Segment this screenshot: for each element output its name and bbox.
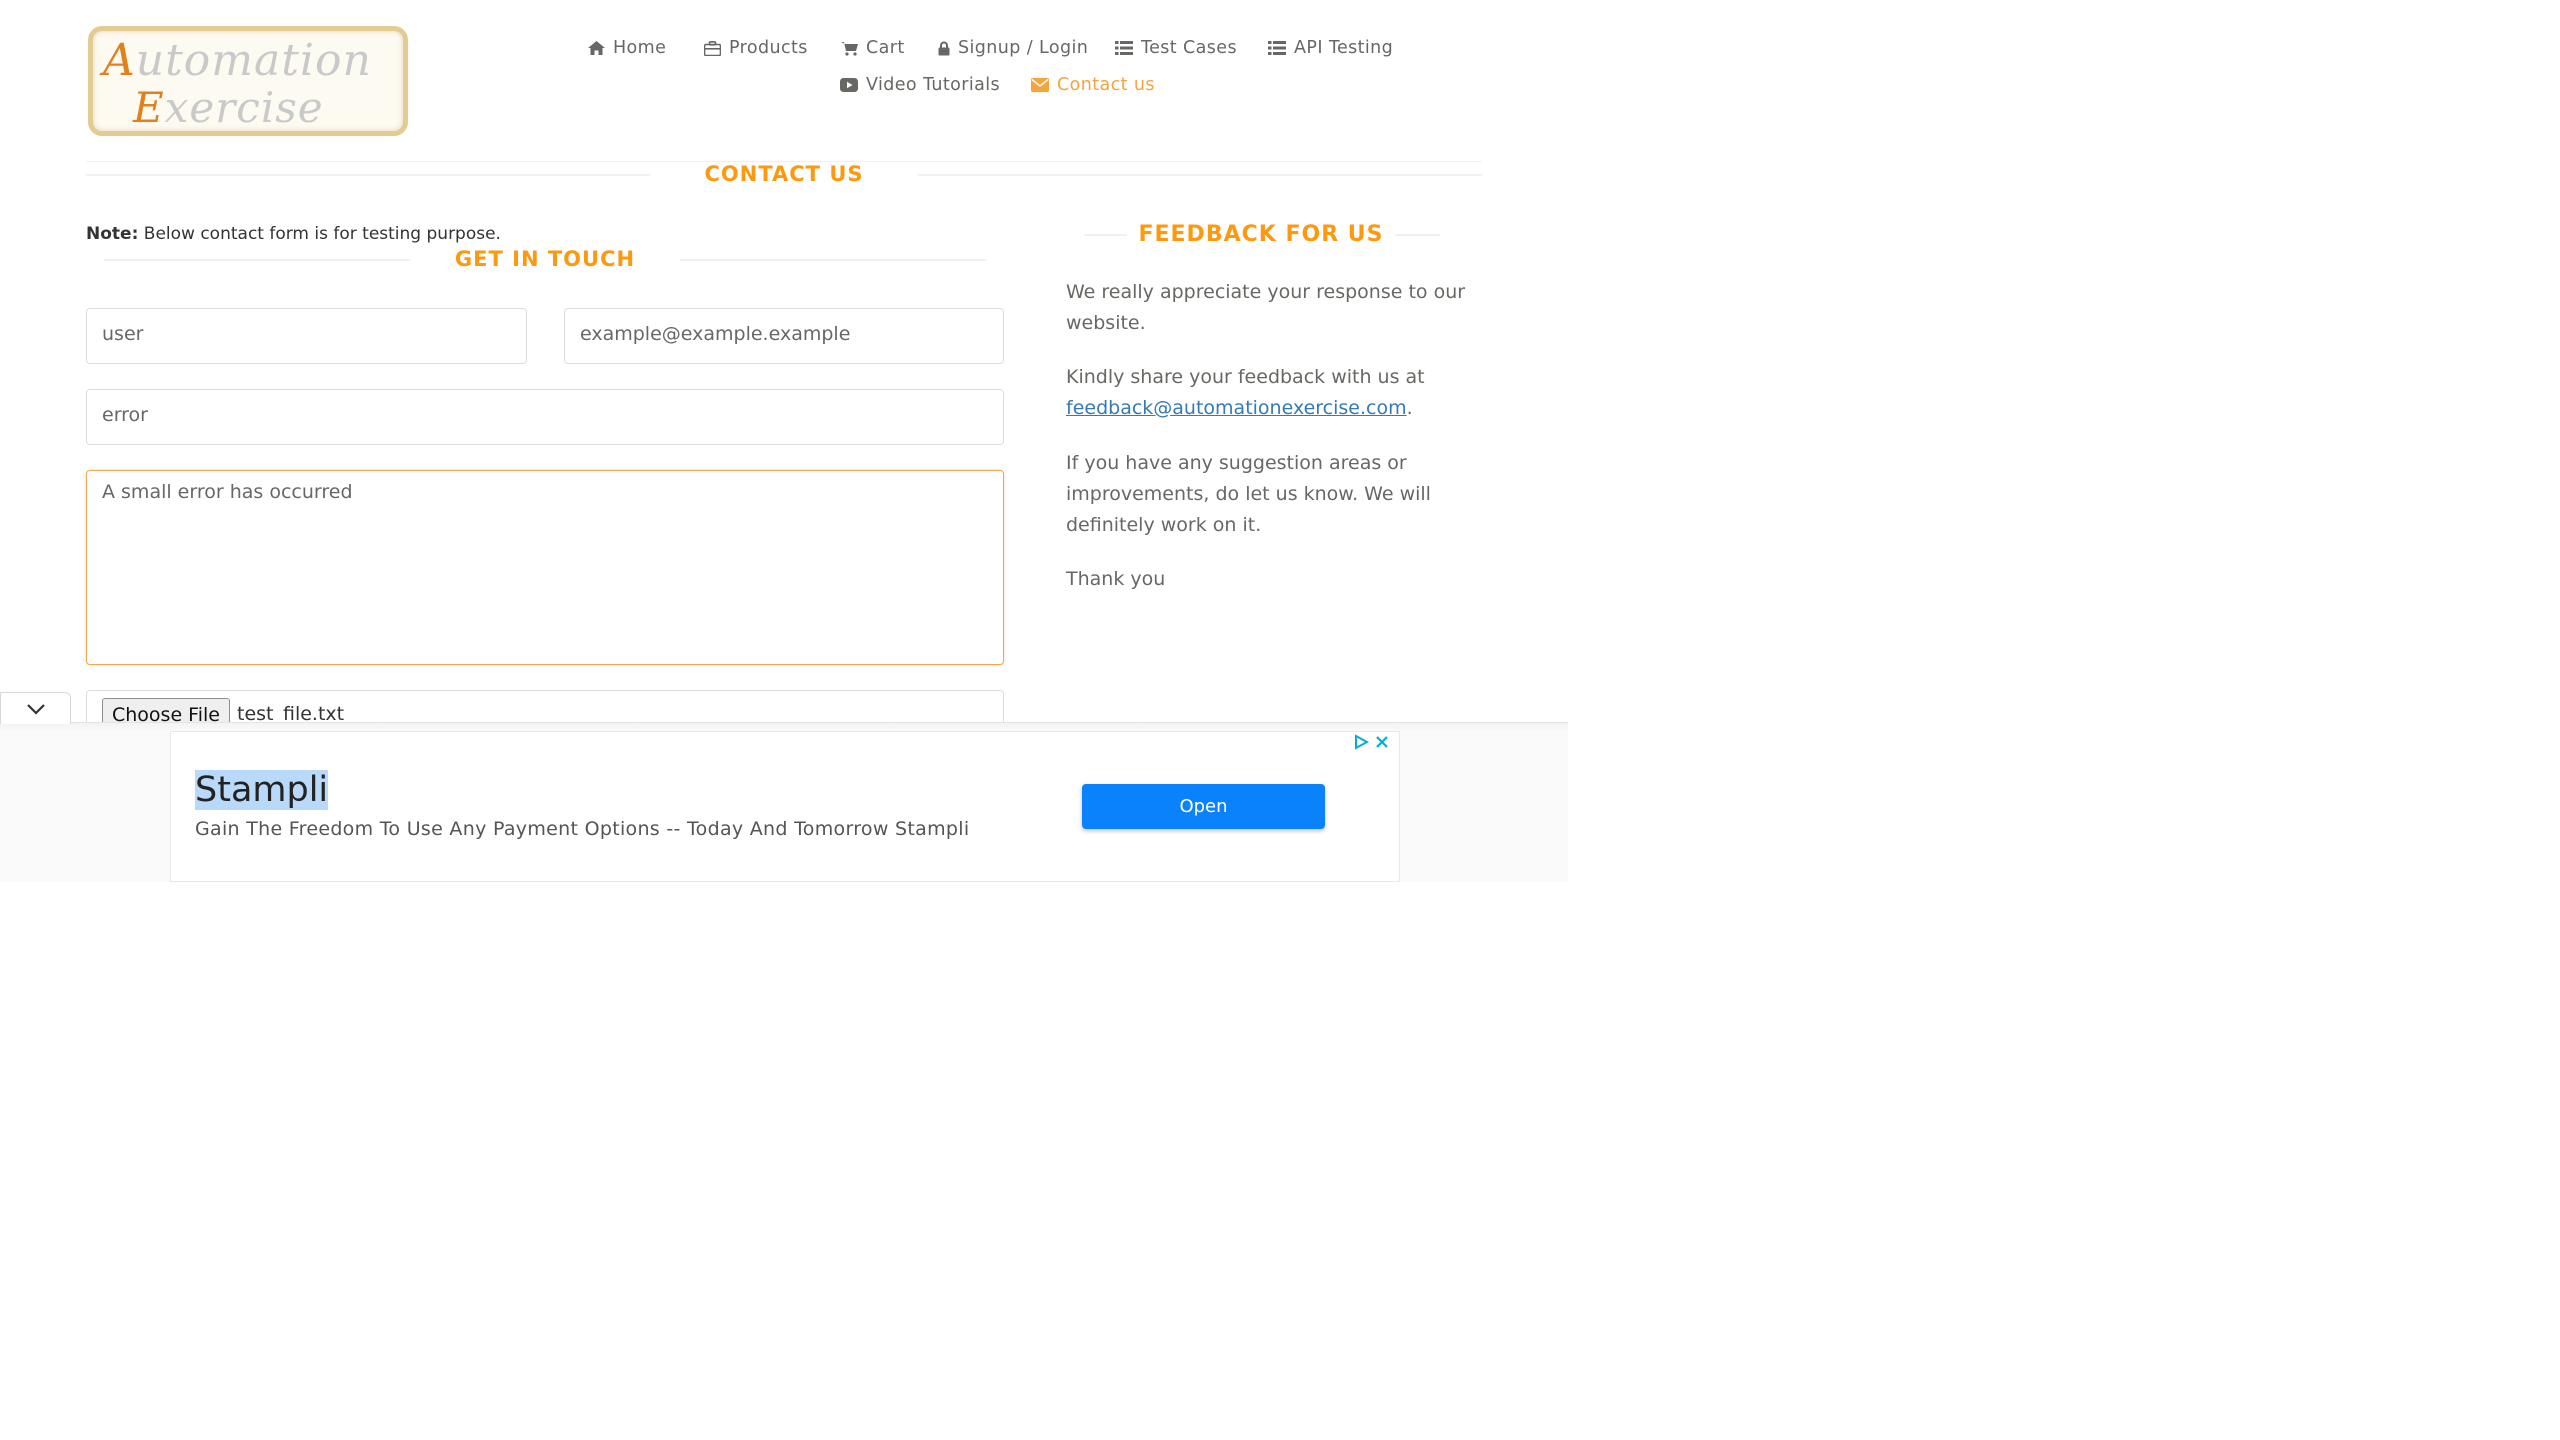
message-textarea[interactable]: A small error has occurred (86, 470, 1004, 665)
feedback-email-link[interactable]: feedback@automationexercise.com (1066, 397, 1407, 419)
close-icon[interactable] (1375, 735, 1389, 749)
title-rule-right (918, 174, 1482, 176)
nav-home[interactable]: Home (588, 38, 666, 58)
feedback-paragraph-3: If you have any suggestion areas or impr… (1066, 452, 1431, 536)
nav-video-tutorials[interactable]: Video Tutorials (840, 75, 1000, 95)
page-title: CONTACT US (704, 162, 864, 186)
briefcase-icon (704, 40, 721, 56)
ad-title[interactable]: Stampli (195, 770, 329, 810)
nav-test-cases[interactable]: Test Cases (1115, 38, 1237, 58)
title-rule-left (86, 174, 650, 176)
adchoices-icon[interactable] (1353, 734, 1369, 750)
list-icon (1115, 41, 1133, 55)
feedback-paragraph-2: Kindly share your feedback with us at fee… (1066, 366, 1425, 419)
nav-contact-us[interactable]: Contact us (1031, 75, 1155, 95)
list-icon (1268, 41, 1286, 55)
feedback-rule-left (1084, 234, 1127, 236)
ad-controls (1353, 734, 1389, 750)
logo-line-2: Exercise (133, 83, 324, 132)
site-logo[interactable]: Automation Exercise (88, 26, 408, 136)
nav-api-testing[interactable]: API Testing (1268, 38, 1393, 58)
nav-products[interactable]: Products (704, 38, 808, 58)
ad-collapse-button[interactable] (0, 692, 71, 724)
email-input[interactable]: example@example.example (564, 308, 1004, 364)
name-input[interactable]: user (86, 308, 527, 364)
lock-icon (938, 41, 950, 55)
ad-banner[interactable]: Stampli Gain The Freedom To Use Any Paym… (170, 731, 1400, 882)
home-icon (588, 41, 605, 55)
nav-cart[interactable]: Cart (841, 38, 905, 58)
form-note: Note: Below contact form is for testing … (86, 224, 501, 244)
form-title: GET IN TOUCH (454, 247, 636, 271)
youtube-play-icon (840, 78, 858, 92)
logo-line-1: Automation (103, 35, 372, 86)
feedback-paragraph-4: Thank you (1066, 568, 1166, 590)
chevron-down-icon (26, 703, 45, 715)
ad-open-button[interactable]: Open (1082, 784, 1325, 829)
form-title-rule-right (680, 259, 986, 261)
feedback-paragraph-1: We really appreciate your response to ou… (1066, 281, 1466, 334)
ad-description: Gain The Freedom To Use Any Payment Opti… (195, 818, 970, 840)
feedback-title: FEEDBACK FOR US (1138, 222, 1384, 247)
feedback-rule-right (1395, 234, 1440, 236)
envelope-icon (1031, 78, 1049, 92)
subject-input[interactable]: error (86, 389, 1004, 445)
form-title-rule-left (104, 259, 410, 261)
cart-icon (841, 41, 858, 56)
nav-signup-login[interactable]: Signup / Login (938, 38, 1088, 58)
